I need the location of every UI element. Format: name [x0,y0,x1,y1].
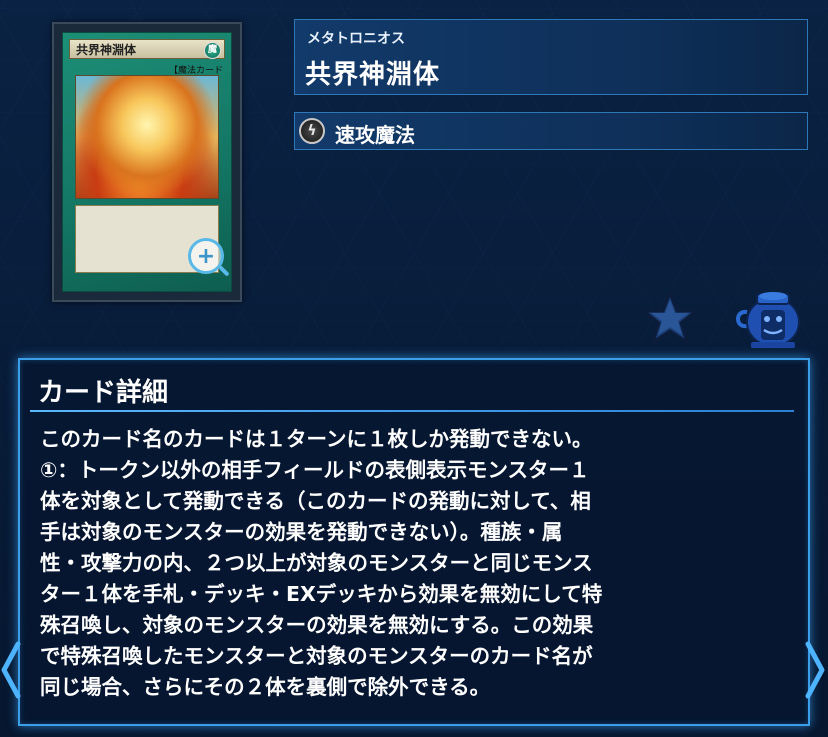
card-artwork [75,75,219,199]
card-detail-title: カード詳細 [38,378,169,408]
star-icon[interactable] [640,290,700,346]
card-type-panel: ϟ 速攻魔法 [294,112,808,150]
zoom-in-icon[interactable]: + [188,238,224,274]
spell-attribute-icon: 魔 [204,42,221,59]
card-effect-text: このカード名のカードは１ターンに１枚しか発動できない。 ①：トークン以外の相手フ… [40,427,603,699]
pot-of-greed-icon[interactable] [733,288,809,350]
card-name-panel: メタトロニオス 共界神淵体 [294,19,808,95]
card-type-label: 速攻魔法 [335,123,415,147]
chevron-left-icon[interactable] [0,640,22,700]
card-image[interactable]: 共界神淵体 魔 【魔法カード + [52,22,242,302]
card-name-ruby: メタトロニオス [307,31,405,47]
card-image-name: 共界神淵体 魔 [69,39,225,59]
quick-play-spell-icon: ϟ [299,118,325,144]
chevron-right-icon[interactable] [804,640,826,700]
card-detail-panel: カード詳細 このカード名のカードは１ターンに１枚しか発動できない。 ①：トークン… [18,358,810,726]
divider [30,410,794,412]
card-name: 共界神淵体 [305,60,441,90]
